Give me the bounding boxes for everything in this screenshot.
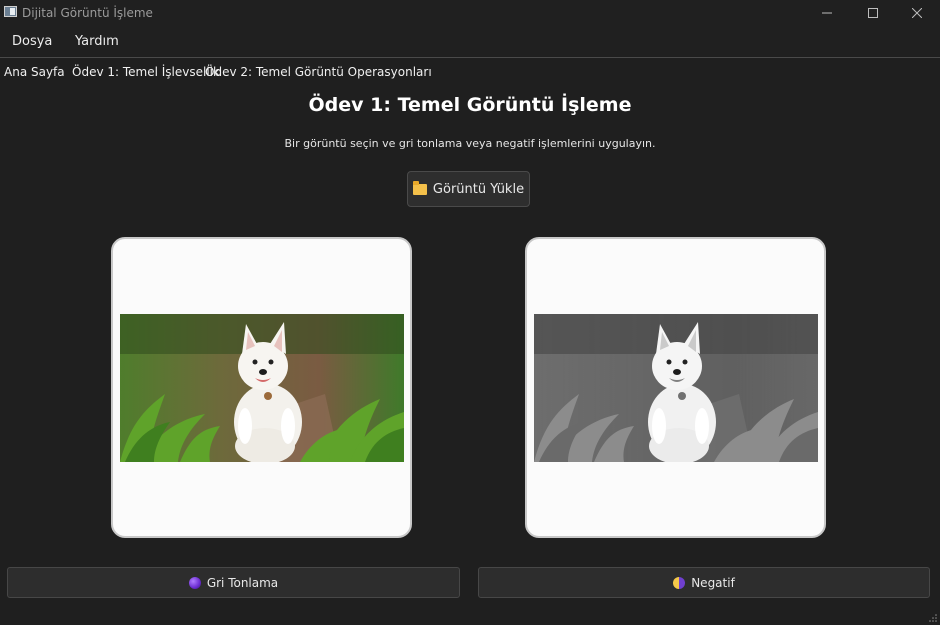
menu-bar: Dosya Yardım: [0, 26, 940, 56]
resize-grip-icon[interactable]: [929, 614, 937, 622]
tab-ana-sayfa[interactable]: Ana Sayfa: [4, 65, 65, 79]
processed-image-panel: [525, 237, 826, 538]
grayscale-label: Gri Tonlama: [206, 575, 279, 590]
processed-image: [534, 314, 818, 462]
maximize-button[interactable]: [850, 0, 896, 26]
close-button[interactable]: [894, 0, 940, 26]
page-subtitle: Bir görüntü seçin ve gri tonlama veya ne…: [284, 137, 656, 150]
folder-icon: [412, 180, 427, 195]
original-image-panel: [111, 237, 412, 538]
grayscale-button[interactable]: Gri Tonlama: [7, 567, 460, 598]
menu-dosya[interactable]: Dosya: [12, 34, 52, 49]
maximize-icon: [868, 8, 878, 18]
page-title: Ödev 1: Temel Görüntü İşleme: [308, 94, 632, 116]
minimize-icon: [822, 12, 832, 14]
close-icon: [912, 8, 922, 18]
menu-yardim[interactable]: Yardım: [75, 34, 119, 49]
half-circle-icon: [673, 576, 686, 589]
load-image-button[interactable]: Görüntü Yükle: [407, 171, 530, 207]
minimize-button[interactable]: [804, 0, 850, 26]
tab-odev-2[interactable]: Ödev 2: Temel Görüntü Operasyonları: [205, 65, 432, 79]
load-image-label: Görüntü Yükle: [432, 181, 525, 197]
window-title: Dijital Görüntü İşleme: [22, 6, 153, 20]
title-bar: Dijital Görüntü İşleme: [0, 0, 940, 26]
app-icon: [4, 6, 17, 17]
tab-odev-1[interactable]: Ödev 1: Temel İşlevsellik: [72, 65, 220, 79]
negative-label: Negatif: [691, 575, 735, 590]
negative-button[interactable]: Negatif: [478, 567, 930, 598]
tab-bar: Ana Sayfa Ödev 1: Temel İşlevsellik Ödev…: [0, 58, 940, 84]
original-image: [120, 314, 404, 462]
purple-orb-icon: [188, 576, 201, 589]
